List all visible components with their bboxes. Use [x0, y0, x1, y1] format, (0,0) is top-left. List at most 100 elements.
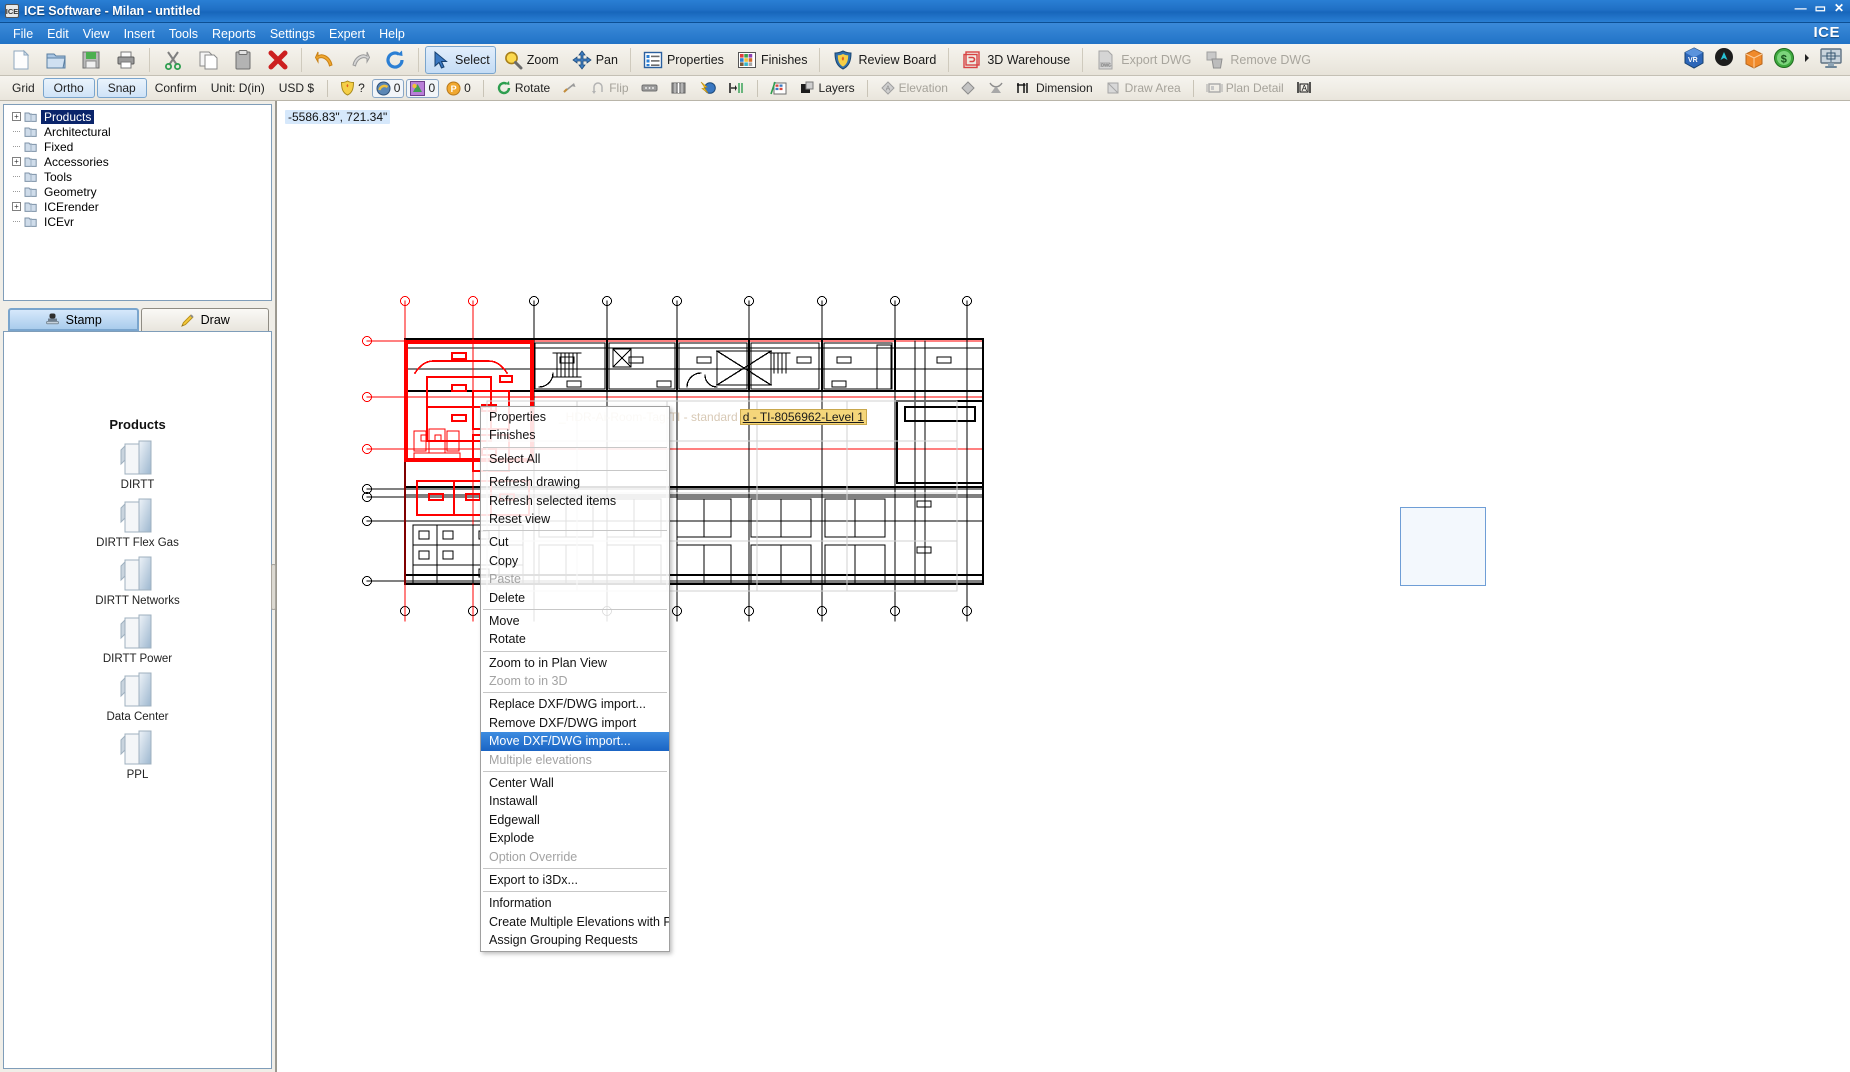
- tab-draw[interactable]: Draw: [140, 308, 269, 331]
- shield-help-item[interactable]: ?: [335, 79, 370, 97]
- menu-expert[interactable]: Expert: [322, 25, 372, 43]
- review-board-button[interactable]: Review Board: [826, 46, 942, 74]
- context-menu-item-remove-dxf-dwg-import[interactable]: Remove DXF/DWG import: [481, 714, 669, 732]
- tree-item-fixed[interactable]: Fixed: [4, 139, 271, 154]
- tree-item-accessories[interactable]: + Accessories: [4, 154, 271, 169]
- properties-button[interactable]: Properties: [637, 46, 730, 74]
- counter-finishes[interactable]: 0: [406, 78, 440, 98]
- palette-item-dirtt-power[interactable]: DIRTT Power: [78, 612, 198, 665]
- tree-item-tools[interactable]: Tools: [4, 169, 271, 184]
- product-palette[interactable]: Products DIRTT DIRTT Flex Gas DIRTT Netw…: [3, 331, 272, 1069]
- ortho-toggle[interactable]: Ortho: [42, 78, 95, 98]
- counter-layers[interactable]: 0: [371, 78, 405, 98]
- mirror-button[interactable]: [557, 79, 583, 97]
- menu-help[interactable]: Help: [372, 25, 412, 43]
- context-menu-item-instawall[interactable]: Instawall: [481, 792, 669, 810]
- save-button[interactable]: [74, 46, 108, 74]
- zoom-button[interactable]: Zoom: [497, 46, 565, 74]
- expander-icon[interactable]: +: [12, 112, 21, 121]
- context-menu-item-move[interactable]: Move: [481, 612, 669, 630]
- currency-label[interactable]: USD $: [273, 79, 320, 97]
- new-button[interactable]: [4, 46, 38, 74]
- context-menu-item-delete[interactable]: Delete: [481, 589, 669, 607]
- delete-button[interactable]: [261, 46, 295, 74]
- select-button[interactable]: Select: [425, 45, 496, 74]
- palette-item-dirtt-networks[interactable]: DIRTT Networks: [78, 554, 198, 607]
- context-menu-item-explode[interactable]: Explode: [481, 829, 669, 847]
- context-menu-item-center-wall[interactable]: Center Wall: [481, 774, 669, 792]
- plan-detail-button[interactable]: Plan Detail: [1201, 79, 1289, 97]
- context-menu-item-edgewall[interactable]: Edgewall: [481, 811, 669, 829]
- palette-item-dirtt-flex-gas[interactable]: DIRTT Flex Gas: [78, 496, 198, 549]
- confirm-button[interactable]: Confirm: [149, 79, 203, 97]
- product-tree[interactable]: + Products Architectural Fixed + Accesso…: [3, 104, 272, 301]
- context-menu-item-cut[interactable]: Cut: [481, 533, 669, 551]
- menu-view[interactable]: View: [76, 25, 117, 43]
- finishes-button[interactable]: Finishes: [731, 46, 814, 74]
- context-menu-item-copy[interactable]: Copy: [481, 552, 669, 570]
- context-menu-item-refresh-selected-items[interactable]: Refresh selected items: [481, 492, 669, 510]
- snap-to-object-button[interactable]: [694, 79, 721, 97]
- export-dwg-button[interactable]: DWG Export DWG: [1089, 46, 1197, 74]
- draw-area-button[interactable]: Draw Area: [1100, 79, 1186, 97]
- context-menu-item-rotate[interactable]: Rotate: [481, 630, 669, 648]
- palette-item-data-center[interactable]: Data Center: [78, 670, 198, 723]
- menu-edit[interactable]: Edit: [40, 25, 76, 43]
- context-menu-item-select-all[interactable]: Select All: [481, 450, 669, 468]
- flip-button[interactable]: Flip: [585, 79, 633, 97]
- tab-stamp[interactable]: Stamp: [8, 308, 139, 331]
- menu-file[interactable]: File: [6, 25, 40, 43]
- grid-button[interactable]: Grid: [6, 79, 41, 97]
- open-button[interactable]: [39, 46, 73, 74]
- context-menu-item-zoom-to-in-plan-view[interactable]: Zoom to in Plan View: [481, 654, 669, 672]
- rotate-button[interactable]: Rotate: [491, 79, 555, 97]
- counter-points[interactable]: P 0: [441, 80, 476, 97]
- dimension-button[interactable]: Dimension: [1011, 79, 1098, 97]
- palette-item-dirtt[interactable]: DIRTT: [78, 438, 198, 491]
- context-menu-item-refresh-drawing[interactable]: Refresh drawing: [481, 473, 669, 491]
- copy-button[interactable]: [191, 46, 225, 74]
- context-menu-item-assign-grouping-requests[interactable]: Assign Grouping Requests: [481, 931, 669, 949]
- section-marker-button[interactable]: [983, 79, 1009, 97]
- tree-item-icerender[interactable]: + ICErender: [4, 199, 271, 214]
- layers-button[interactable]: Layers: [794, 79, 860, 97]
- cut-button[interactable]: [156, 46, 190, 74]
- text-annotation-button[interactable]: A: [1291, 79, 1317, 97]
- vr-cube-icon[interactable]: VR: [1682, 46, 1706, 70]
- orange-box-icon[interactable]: [1742, 46, 1766, 70]
- selection-rectangle[interactable]: [1400, 507, 1486, 586]
- tree-item-geometry[interactable]: Geometry: [4, 184, 271, 199]
- paste-button[interactable]: [226, 46, 260, 74]
- context-menu-item-replace-dxf-dwg-import[interactable]: Replace DXF/DWG import...: [481, 695, 669, 713]
- align-horizontal-button[interactable]: [636, 79, 663, 97]
- snap-toggle[interactable]: Snap: [96, 78, 147, 98]
- maximize-button[interactable]: ▭: [1815, 1, 1826, 15]
- menu-settings[interactable]: Settings: [263, 25, 322, 43]
- monitor-icon[interactable]: [1818, 46, 1844, 70]
- context-menu-item-export-to-i3dx[interactable]: Export to i3Dx...: [481, 871, 669, 889]
- redo-button[interactable]: [343, 46, 377, 74]
- tree-item-architectural[interactable]: Architectural: [4, 124, 271, 139]
- context-menu-item-finishes[interactable]: Finishes: [481, 426, 669, 444]
- dollar-coin-icon[interactable]: $: [1772, 46, 1796, 70]
- unit-label[interactable]: Unit: D(in): [205, 79, 271, 97]
- remove-dwg-button[interactable]: Remove DWG: [1198, 46, 1317, 74]
- palette-item-ppl[interactable]: PPL: [78, 728, 198, 781]
- tree-item-products[interactable]: + Products: [4, 109, 271, 124]
- minimize-button[interactable]: —: [1795, 1, 1807, 15]
- expander-icon[interactable]: +: [12, 202, 21, 211]
- context-menu[interactable]: Properties Finishes Select All Refresh d…: [480, 406, 670, 952]
- context-menu-item-reset-view[interactable]: Reset view: [481, 510, 669, 528]
- undo-button[interactable]: [308, 46, 342, 74]
- chevron-right-icon[interactable]: [1802, 46, 1812, 70]
- align-vertical-button[interactable]: [665, 79, 692, 97]
- menu-reports[interactable]: Reports: [205, 25, 263, 43]
- location-pin-icon[interactable]: [1712, 46, 1736, 70]
- refresh-button[interactable]: [378, 46, 412, 74]
- distribute-button[interactable]: [723, 79, 750, 97]
- menu-tools[interactable]: Tools: [162, 25, 205, 43]
- schedule-button[interactable]: [765, 79, 792, 97]
- close-button[interactable]: ✕: [1834, 1, 1844, 15]
- print-button[interactable]: [109, 46, 143, 74]
- context-menu-item-move-dxf-dwg-import[interactable]: Move DXF/DWG import...: [481, 732, 669, 751]
